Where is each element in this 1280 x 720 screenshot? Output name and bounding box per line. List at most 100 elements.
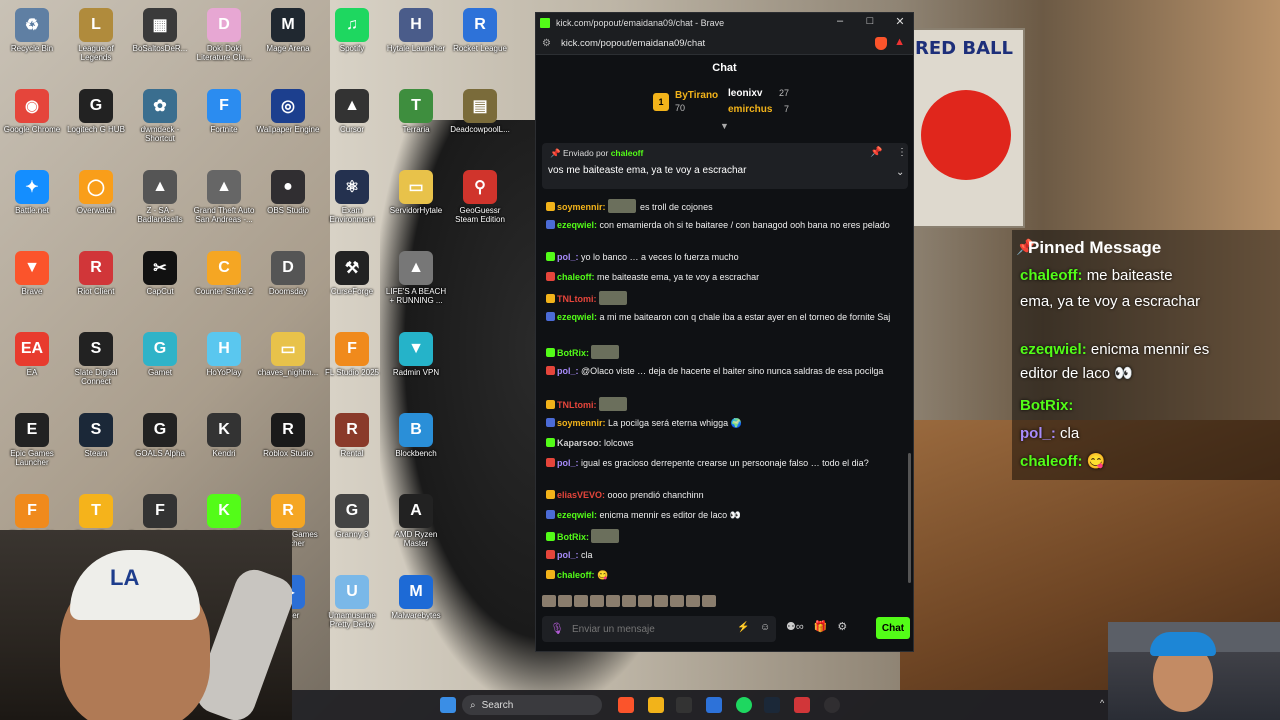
- address-bar[interactable]: ⚙ kick.com/popout/emaidana09/chat ▲: [536, 33, 913, 55]
- desktop-shortcut[interactable]: ⚒ CurseForge: [320, 247, 384, 317]
- desktop-shortcut[interactable]: G Gamet: [128, 328, 192, 398]
- emote-icon[interactable]: [574, 595, 588, 607]
- chat-username[interactable]: BotRix:: [557, 532, 589, 542]
- start-icon[interactable]: [440, 697, 456, 713]
- desktop-shortcut[interactable]: ▲ Grand Theft Auto San Andreas -...: [192, 166, 256, 236]
- quick-emotes[interactable]: [542, 595, 732, 609]
- desktop-shortcut[interactable]: D Doomsday: [256, 247, 320, 317]
- emote-icon[interactable]: [686, 595, 700, 607]
- chat-username[interactable]: ezeqwiel:: [557, 220, 597, 230]
- desktop-shortcut[interactable]: H Hytale Launcher: [384, 4, 448, 74]
- desktop-shortcut[interactable]: U Umamusume Pretty Derby: [320, 571, 384, 641]
- desktop-shortcut[interactable]: K Kendri: [192, 409, 256, 479]
- settings-icon[interactable]: ⚙: [837, 620, 847, 638]
- chat-message[interactable]: pol_: cla: [546, 549, 896, 562]
- desktop-shortcut[interactable]: A AMD Ryzen Master: [384, 490, 448, 560]
- message-input[interactable]: [572, 620, 722, 638]
- obs-taskbar-icon[interactable]: [824, 697, 840, 713]
- emote-icon[interactable]: [622, 595, 636, 607]
- microphone-icon[interactable]: 🎙: [550, 622, 564, 635]
- desktop-shortcut[interactable]: ◯ Overwatch: [64, 166, 128, 236]
- app-taskbar-icon[interactable]: [676, 697, 692, 713]
- desktop-shortcut[interactable]: ▭ ServidorHytale: [384, 166, 448, 236]
- desktop-shortcut[interactable]: ▤ DeadcowpoolL...: [448, 85, 512, 155]
- desktop-shortcut[interactable]: B Blockbench: [384, 409, 448, 479]
- chat-username[interactable]: ezeqwiel:: [557, 510, 597, 520]
- desktop-shortcut[interactable]: S Steam: [64, 409, 128, 479]
- chat-username[interactable]: ezeqwiel:: [557, 312, 597, 322]
- desktop-shortcut[interactable]: G Granny 3: [320, 490, 384, 560]
- chat-username[interactable]: soymennir:: [557, 418, 606, 428]
- desktop-shortcut[interactable]: S Slate Digital Connect: [64, 328, 128, 398]
- pinned-message[interactable]: 📌 Enviado por chaleoff vos me baiteaste …: [542, 143, 908, 189]
- emote-icon[interactable]: [638, 595, 652, 607]
- desktop-shortcut[interactable]: ♻ Recycle Bin: [0, 4, 64, 74]
- emoji-icon[interactable]: ☺: [760, 622, 770, 633]
- more-options-icon[interactable]: ⋮: [897, 147, 907, 158]
- chat-message[interactable]: ezeqwiel: a mi me baitearon con q chale …: [546, 311, 896, 324]
- chat-message[interactable]: BotRix:: [546, 529, 896, 544]
- leader-first-name[interactable]: ByTirano: [675, 90, 718, 101]
- app-taskbar-icon[interactable]: [706, 697, 722, 713]
- steam-taskbar-icon[interactable]: [764, 697, 780, 713]
- brave-taskbar-icon[interactable]: [618, 697, 634, 713]
- chat-message[interactable]: ezeqwiel: con emamierda oh si te baitare…: [546, 219, 896, 232]
- brave-shields-icon[interactable]: [875, 37, 887, 50]
- desktop-shortcut[interactable]: R Roblox Studio: [256, 409, 320, 479]
- desktop-shortcut[interactable]: ✂ CapCut: [128, 247, 192, 317]
- chat-messages[interactable]: soymennir: es troll de cojones ezeqwiel: …: [542, 195, 904, 595]
- leader-third-name[interactable]: emirchus: [728, 104, 772, 115]
- chat-username[interactable]: pol_:: [557, 252, 579, 262]
- desktop-shortcut[interactable]: ✿ dwmdeck - Shortcut: [128, 85, 192, 155]
- chat-username[interactable]: chaleoff:: [557, 272, 595, 282]
- emote-icon[interactable]: [670, 595, 684, 607]
- file-explorer-icon[interactable]: [648, 697, 664, 713]
- chat-username[interactable]: TNLtomi:: [557, 294, 597, 304]
- desktop-shortcut[interactable]: D Doki Doki Literature Clu...: [192, 4, 256, 74]
- desktop-shortcut[interactable]: EA EA: [0, 328, 64, 398]
- desktop-shortcut[interactable]: ◉ Google Chrome: [0, 85, 64, 155]
- gift-icon[interactable]: 🎁: [814, 620, 828, 638]
- desktop-shortcut[interactable]: ✦ Battle.net: [0, 166, 64, 236]
- chat-message[interactable]: pol_: igual es gracioso derrepente crear…: [546, 457, 896, 470]
- chat-username[interactable]: soymennir:: [557, 202, 606, 212]
- chat-username[interactable]: Kaparsoo:: [557, 438, 602, 448]
- chat-username[interactable]: BotRix:: [557, 348, 589, 358]
- collapse-leaderboard-icon[interactable]: ▼: [720, 121, 729, 131]
- chat-username[interactable]: pol_:: [557, 366, 579, 376]
- chevron-down-icon[interactable]: ⌄: [896, 167, 904, 178]
- desktop-shortcut[interactable]: ▦ BoSaltosDeR...: [128, 4, 192, 74]
- message-input-bar[interactable]: 🎙 ⚡ ☺: [542, 616, 776, 642]
- tray-chevron-icon[interactable]: ^: [1100, 698, 1104, 708]
- desktop-shortcut[interactable]: ⚲ GeoGuessr Steam Edition: [448, 166, 512, 236]
- desktop-shortcut[interactable]: ⚛ Exam Environment: [320, 166, 384, 236]
- site-settings-icon[interactable]: ⚙: [542, 38, 551, 49]
- emote-icon[interactable]: [558, 595, 572, 607]
- desktop-shortcut[interactable]: L League of Legends: [64, 4, 128, 74]
- desktop-shortcut[interactable]: ▲ Z - SA - Badlandsalls: [128, 166, 192, 236]
- emote-icon[interactable]: [606, 595, 620, 607]
- send-chat-button[interactable]: Chat: [876, 617, 910, 639]
- spotify-taskbar-icon[interactable]: [736, 697, 752, 713]
- chat-message[interactable]: chaleoff: me baiteaste ema, ya te voy a …: [546, 271, 896, 284]
- chat-message[interactable]: chaleoff: 😋: [546, 569, 896, 582]
- desktop-shortcut[interactable]: R Rental: [320, 409, 384, 479]
- desktop-shortcut[interactable]: ◎ Wallpaper Engine: [256, 85, 320, 155]
- window-titlebar[interactable]: kick.com/popout/emaidana09/chat - Brave …: [536, 13, 913, 33]
- app-taskbar-icon[interactable]: [794, 697, 810, 713]
- leader-second-name[interactable]: leonixv: [728, 88, 762, 99]
- chat-message[interactable]: soymennir: es troll de cojones: [546, 199, 896, 214]
- chat-username[interactable]: TNLtomi:: [557, 400, 597, 410]
- desktop-shortcut[interactable]: ▼ Radmin VPN: [384, 328, 448, 398]
- warning-icon[interactable]: ▲: [894, 36, 905, 48]
- close-icon[interactable]: ✕: [892, 15, 908, 28]
- desktop-shortcut[interactable]: R Riot Client: [64, 247, 128, 317]
- desktop-shortcut[interactable]: M Mage Arena: [256, 4, 320, 74]
- chat-message[interactable]: eliasVEVO: oooo prendió chanchinn: [546, 489, 896, 502]
- desktop-shortcut[interactable]: ● OBS Studio: [256, 166, 320, 236]
- desktop-shortcut[interactable]: E Epic Games Launcher: [0, 409, 64, 479]
- desktop-shortcut[interactable]: ▼ Brave: [0, 247, 64, 317]
- desktop-shortcut[interactable]: ▲ Cursor: [320, 85, 384, 155]
- users-icon[interactable]: ⚉∞: [786, 620, 804, 638]
- chat-scrollbar[interactable]: [908, 453, 911, 583]
